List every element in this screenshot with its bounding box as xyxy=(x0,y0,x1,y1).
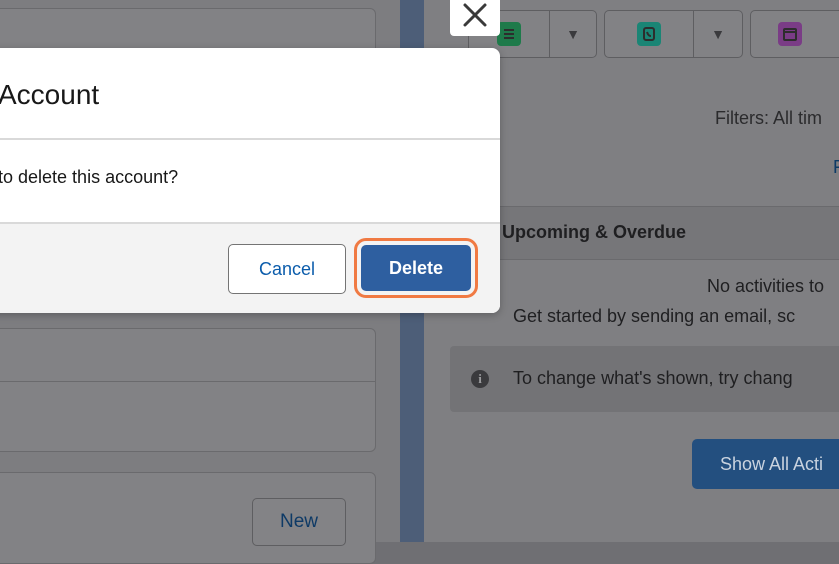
log-call-icon xyxy=(637,22,661,46)
delete-button[interactable]: Delete xyxy=(361,245,471,291)
chevron-down-icon: ▼ xyxy=(566,26,580,42)
task-icon xyxy=(497,22,521,46)
modal-close-button[interactable] xyxy=(450,0,500,36)
event-icon xyxy=(778,22,802,46)
modal-message: to delete this account? xyxy=(0,167,179,187)
task-dropdown-button[interactable]: ▼ xyxy=(549,10,597,58)
new-event-button[interactable] xyxy=(750,10,839,58)
new-button[interactable]: New xyxy=(252,498,346,546)
modal-title: Account xyxy=(0,79,100,110)
log-call-dropdown-button[interactable]: ▼ xyxy=(693,10,743,58)
chevron-down-icon: ▼ xyxy=(711,26,725,42)
get-started-text: Get started by sending an email, sc xyxy=(513,306,796,326)
related-card xyxy=(0,328,376,452)
info-text: To change what's shown, try chang xyxy=(513,368,793,388)
delete-account-modal: Account to delete this account? Cancel D… xyxy=(0,48,500,313)
log-call-button[interactable] xyxy=(604,10,694,58)
modal-header: Account xyxy=(0,48,500,140)
show-all-activities-button[interactable]: Show All Acti xyxy=(692,439,839,489)
modal-body: to delete this account? xyxy=(0,140,500,224)
modal-footer: Cancel Delete xyxy=(0,224,500,313)
filters-link[interactable]: F xyxy=(833,157,839,178)
no-activities-text: No activities to xyxy=(707,276,825,296)
delete-button-highlight: Delete xyxy=(354,238,478,298)
divider xyxy=(0,381,375,382)
cancel-button[interactable]: Cancel xyxy=(228,244,346,294)
info-icon: i xyxy=(471,370,489,388)
upcoming-section-title: Upcoming & Overdue xyxy=(502,222,687,242)
close-icon xyxy=(463,3,487,27)
filters-text: Filters: All tim xyxy=(715,108,823,128)
